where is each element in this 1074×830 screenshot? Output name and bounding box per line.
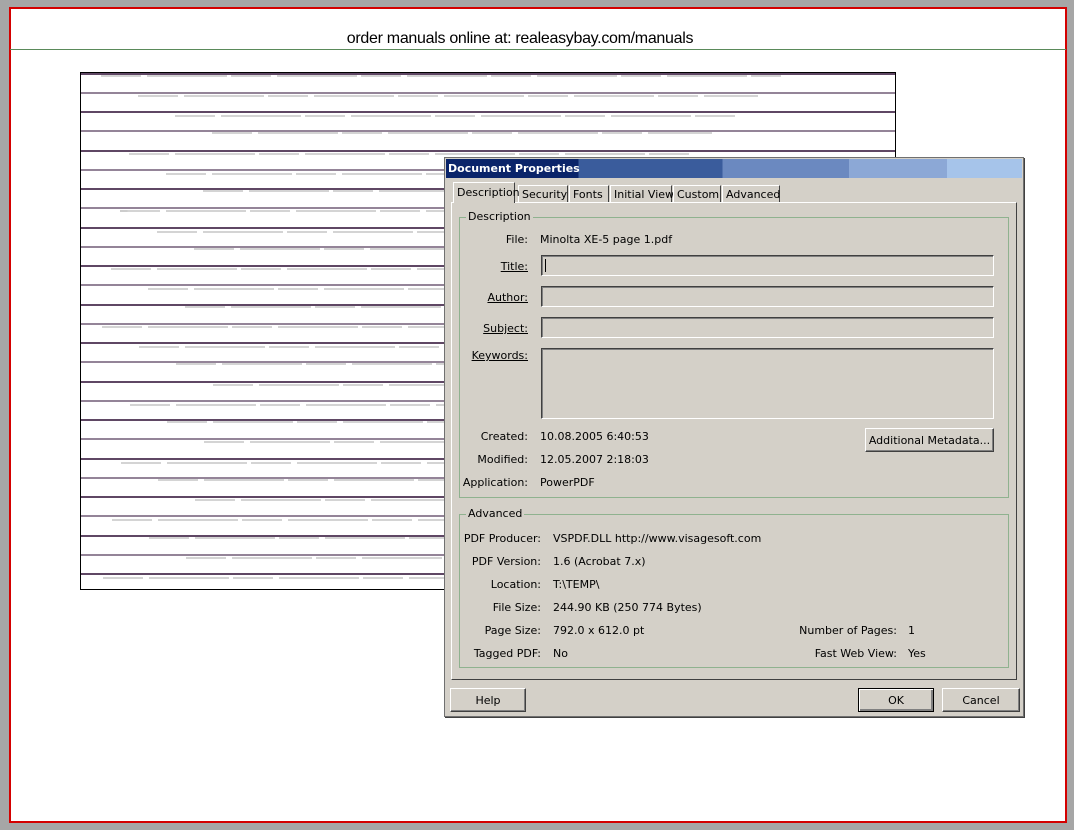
tab-description[interactable]: Description (453, 182, 520, 203)
location-value: T:\TEMP\ (553, 578, 600, 591)
tab-advanced[interactable]: Advanced (722, 185, 780, 202)
subject-label: Subject: (483, 322, 528, 335)
cancel-button[interactable]: Cancel (942, 688, 1020, 712)
location-label: Location: (490, 578, 541, 591)
header-text: order manuals online at: realeasybay.com… (346, 30, 694, 47)
application-value: PowerPDF (540, 476, 595, 489)
author-label: Author: (487, 291, 528, 304)
text-caret (545, 259, 546, 272)
tab-initial-view[interactable]: Initial View (610, 185, 674, 202)
tab-custom[interactable]: Custom (673, 185, 721, 202)
tab-fonts[interactable]: Fonts (569, 185, 609, 202)
number-of-pages-label: Number of Pages: (799, 624, 897, 637)
created-value: 10.08.2005 6:40:53 (540, 430, 649, 443)
created-label: Created: (480, 430, 528, 443)
pdf-producer-value: VSPDF.DLL http://www.visagesoft.com (553, 532, 762, 545)
modified-label: Modified: (477, 453, 528, 466)
pdf-version-value: 1.6 (Acrobat 7.x) (553, 555, 646, 568)
page-size-value: 792.0 x 612.0 pt (553, 624, 645, 637)
file-size-label: File Size: (492, 601, 541, 614)
fast-web-view-value: Yes (908, 647, 926, 660)
frame-bottom (0, 822, 1074, 830)
help-button[interactable]: Help (450, 688, 526, 712)
modified-value: 12.05.2007 2:18:03 (540, 453, 649, 466)
tab-security[interactable]: Security (518, 185, 568, 202)
title-label: Title: (500, 260, 528, 273)
scan-line (81, 130, 895, 134)
tagged-pdf-value: No (553, 647, 568, 660)
description-group-title: Description (466, 210, 533, 223)
additional-metadata-button[interactable]: Additional Metadata... (865, 428, 994, 452)
file-value: Minolta XE-5 page 1.pdf (540, 233, 673, 246)
page-border-left (9, 7, 11, 823)
frame-right (1066, 0, 1074, 830)
keywords-textarea[interactable] (541, 348, 994, 419)
application-label: Application: (462, 476, 528, 489)
document-properties-dialog: Document Properties Description Security… (444, 157, 1024, 717)
keywords-label: Keywords: (471, 349, 528, 362)
dialog-titlebar[interactable]: Document Properties (446, 159, 1022, 178)
page-border-bottom (10, 821, 1067, 823)
page-border-right (1065, 7, 1067, 823)
file-size-value: 244.90 KB (250 774 Bytes) (553, 601, 702, 614)
author-input[interactable] (541, 286, 994, 307)
page-border-top (10, 7, 1067, 9)
subject-input[interactable] (541, 317, 994, 338)
scan-line (81, 92, 895, 97)
ok-button[interactable]: OK (858, 688, 934, 712)
header-rule (10, 49, 1066, 50)
dialog-title: Document Properties (448, 162, 580, 175)
number-of-pages-value: 1 (908, 624, 915, 637)
title-input[interactable] (541, 255, 994, 276)
advanced-group-title: Advanced (466, 507, 525, 520)
fast-web-view-label: Fast Web View: (814, 647, 897, 660)
page-size-label: Page Size: (484, 624, 541, 637)
file-label: File: (505, 233, 528, 246)
pdf-producer-label: PDF Producer: (463, 532, 541, 545)
scan-line (81, 73, 895, 77)
scan-line (81, 150, 895, 155)
pdf-version-label: PDF Version: (471, 555, 541, 568)
document-page: order manuals online at: realeasybay.com… (0, 0, 1074, 830)
tagged-pdf-label: Tagged PDF: (473, 647, 541, 660)
scan-line (81, 111, 895, 117)
